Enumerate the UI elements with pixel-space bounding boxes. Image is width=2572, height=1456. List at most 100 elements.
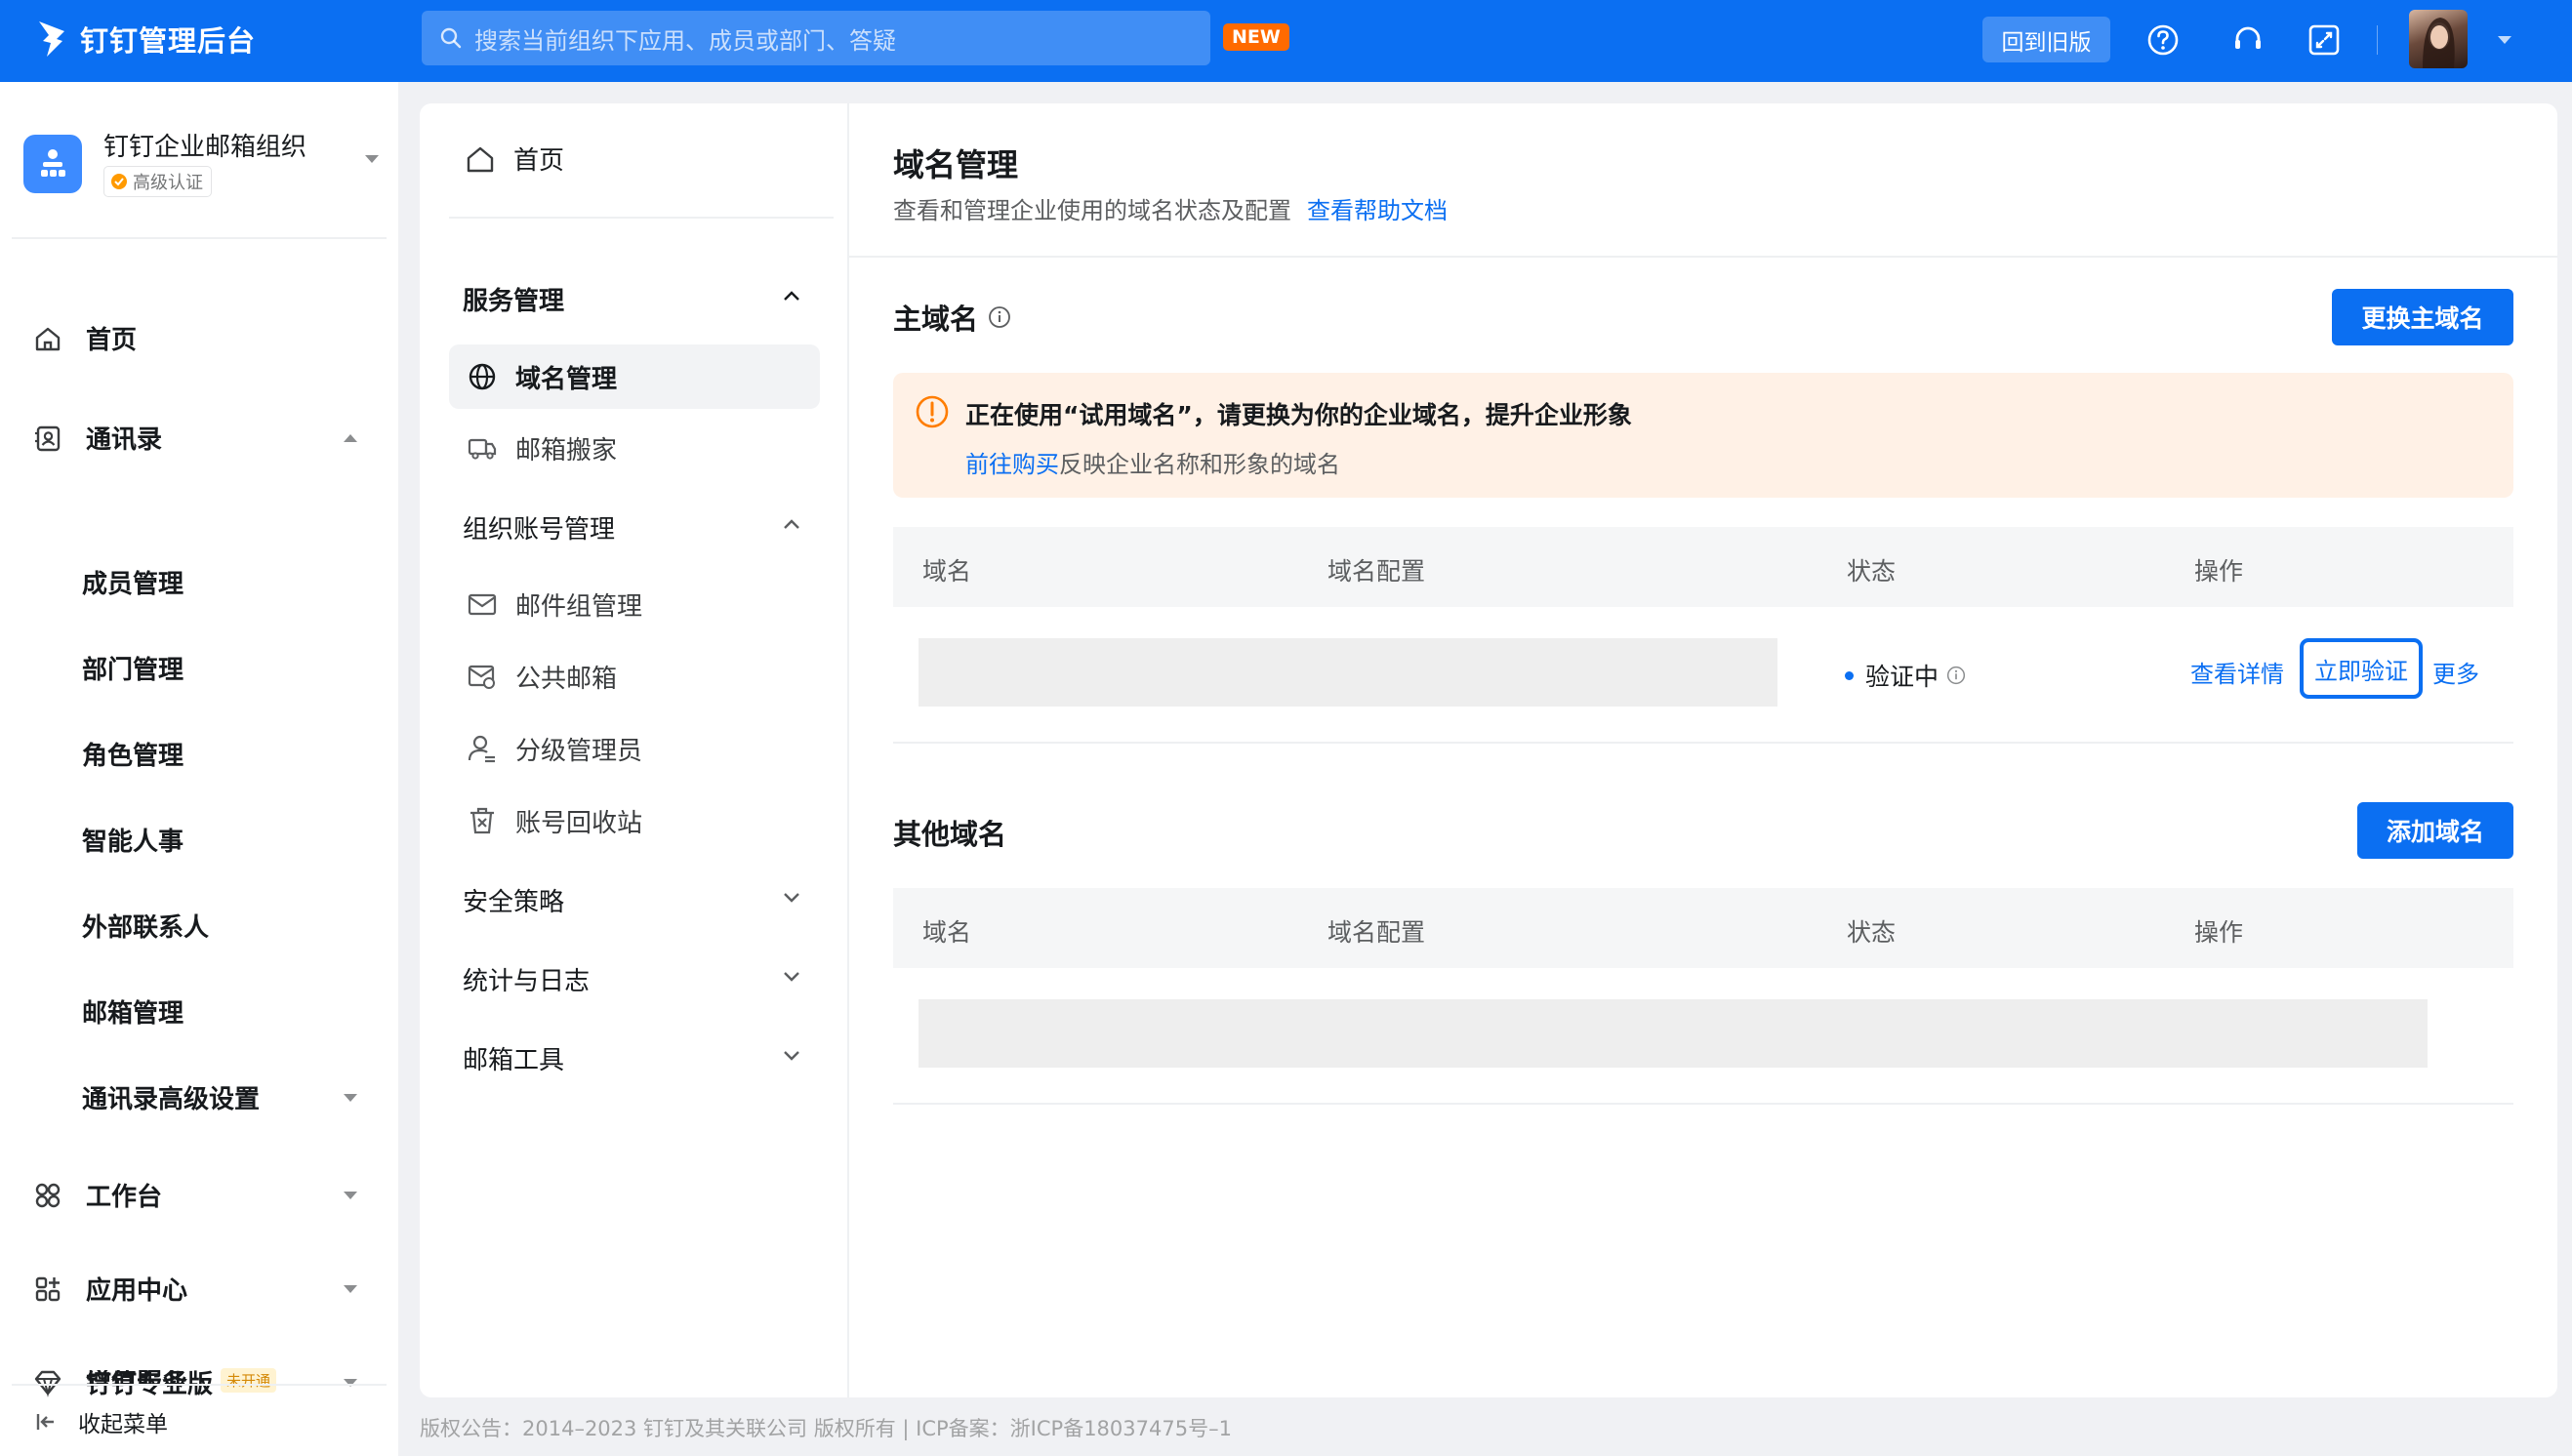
menu-group-accounts[interactable]: 组织账号管理 xyxy=(463,509,615,546)
menu-item-public-mailbox[interactable]: 公共邮箱 xyxy=(449,644,820,708)
menu-home-label: 首页 xyxy=(513,146,565,176)
menu-divider xyxy=(449,217,834,219)
collapse-menu-button[interactable]: 收起菜单 xyxy=(35,1405,168,1438)
avatar-dropdown-icon[interactable] xyxy=(2496,33,2513,47)
search-placeholder: 搜索当前组织下应用、成员或部门、答疑 xyxy=(474,26,896,55)
search-icon xyxy=(440,27,462,49)
chevron-down-icon xyxy=(344,1094,357,1102)
other-domains-table-header: 域名 域名配置 状态 操作 xyxy=(893,888,2513,968)
chevron-up-icon[interactable] xyxy=(782,289,801,303)
secondary-menu: 首页 服务管理 域名管理 邮箱搬家 组织账号管理 邮件组管理 公共邮箱 分级管理… xyxy=(420,103,849,1397)
menu-item-sub-admin[interactable]: 分级管理员 xyxy=(449,716,820,781)
sidebar-item-external-contacts[interactable]: 外部联系人 xyxy=(0,896,398,954)
column-header-actions: 操作 xyxy=(2194,918,2244,947)
sidebar-item-mailbox-mgmt[interactable]: 邮箱管理 xyxy=(0,982,398,1040)
add-domain-button[interactable]: 添加域名 xyxy=(2357,802,2513,859)
row-divider xyxy=(893,742,2513,744)
help-doc-link[interactable]: 查看帮助文档 xyxy=(1307,197,1448,224)
new-badge: NEW xyxy=(1223,23,1289,51)
org-cert-label: 高级认证 xyxy=(133,173,203,193)
info-icon[interactable] xyxy=(988,305,1011,329)
column-header-config: 域名配置 xyxy=(1327,557,1426,586)
app-center-icon xyxy=(35,1276,61,1302)
domain-placeholder-cell xyxy=(919,638,1777,707)
org-dropdown-icon[interactable] xyxy=(363,152,381,166)
sidebar-item-smart-hr[interactable]: 智能人事 xyxy=(0,810,398,869)
chevron-up-icon xyxy=(344,434,357,442)
home-icon xyxy=(467,146,494,172)
buy-domain-link[interactable]: 前往购买 xyxy=(965,451,1059,478)
back-to-old-version-button[interactable]: 回到旧版 xyxy=(1982,17,2110,62)
status-dot xyxy=(1845,670,1854,680)
sidebar-item-members[interactable]: 成员管理 xyxy=(0,552,398,611)
globe-icon xyxy=(469,363,496,390)
menu-group-stats[interactable]: 统计与日志 xyxy=(463,961,590,997)
chevron-down-icon xyxy=(344,1192,357,1199)
customer-service-icon[interactable] xyxy=(2229,21,2266,59)
user-avatar[interactable] xyxy=(2409,10,2468,68)
header-divider xyxy=(849,256,2557,258)
fullscreen-icon[interactable] xyxy=(2306,21,2343,59)
global-search[interactable]: 搜索当前组织下应用、成员或部门、答疑 xyxy=(422,11,1210,65)
column-header-actions: 操作 xyxy=(2194,557,2244,586)
sidebar-subitem-label: 外部联系人 xyxy=(82,912,210,943)
left-sidebar: 钉钉企业邮箱组织 高级认证 首页 通讯录 成员管理 部门管理 角色管理 智能人事… xyxy=(0,82,398,1456)
verify-now-link[interactable]: 立即验证 xyxy=(2300,638,2423,699)
contacts-icon xyxy=(35,425,61,452)
menu-item-mail-group[interactable]: 邮件组管理 xyxy=(449,572,820,636)
app-logo[interactable]: 钉钉管理后台 xyxy=(35,18,256,61)
sidebar-subitem-label: 部门管理 xyxy=(82,655,184,685)
menu-item-label: 邮箱搬家 xyxy=(515,435,618,465)
info-icon[interactable] xyxy=(1946,666,1966,685)
sidebar-item-partial-clip: 增值服务 xyxy=(0,1370,398,1384)
menu-group-security[interactable]: 安全策略 xyxy=(463,882,564,918)
sidebar-item-contacts[interactable]: 通讯录 xyxy=(0,408,398,466)
menu-item-label: 账号回收站 xyxy=(515,808,643,838)
menu-item-recycle-bin[interactable]: 账号回收站 xyxy=(449,789,820,853)
sidebar-item-app-center[interactable]: 应用中心 xyxy=(0,1259,398,1317)
org-switcher[interactable]: 钉钉企业邮箱组织 高级认证 xyxy=(23,127,385,205)
chevron-up-icon[interactable] xyxy=(782,517,801,531)
sidebar-item-label: 应用中心 xyxy=(86,1275,188,1306)
chevron-down-icon[interactable] xyxy=(782,1048,801,1062)
more-actions-link[interactable]: 更多 xyxy=(2432,655,2479,689)
top-bar: 钉钉管理后台 搜索当前组织下应用、成员或部门、答疑 NEW 回到旧版 xyxy=(0,0,2572,82)
menu-group-mail-tools[interactable]: 邮箱工具 xyxy=(463,1040,564,1076)
chevron-down-icon[interactable] xyxy=(782,969,801,983)
menu-item-mail-move[interactable]: 邮箱搬家 xyxy=(449,416,820,480)
sidebar-item-label: 首页 xyxy=(86,325,138,355)
view-details-link[interactable]: 查看详情 xyxy=(2190,655,2284,689)
menu-home[interactable]: 首页 xyxy=(465,141,564,177)
admin-user-icon xyxy=(468,735,495,763)
verified-icon xyxy=(111,174,127,189)
org-logo-icon xyxy=(23,135,82,193)
warning-icon xyxy=(916,395,949,428)
collapse-icon xyxy=(36,1414,54,1430)
section-title-text: 其他域名 xyxy=(893,818,1007,851)
app-title: 钉钉管理后台 xyxy=(80,24,257,58)
copyright-footer: 版权公告：2014–2023 钉钉及其关联公司 版权所有 | ICP备案：浙IC… xyxy=(420,1417,1232,1440)
help-icon[interactable] xyxy=(2144,21,2182,59)
menu-item-domain-mgmt[interactable]: 域名管理 xyxy=(449,344,820,409)
column-header-config: 域名配置 xyxy=(1327,918,1426,947)
sidebar-item-roles[interactable]: 角色管理 xyxy=(0,724,398,783)
sidebar-item-contacts-advanced[interactable]: 通讯录高级设置 xyxy=(0,1068,398,1126)
sidebar-subitem-label: 角色管理 xyxy=(82,741,184,771)
sidebar-item-partial[interactable]: 增值服务 xyxy=(86,1370,187,1384)
change-primary-domain-button[interactable]: 更换主域名 xyxy=(2332,289,2513,345)
menu-item-label: 邮件组管理 xyxy=(515,591,643,622)
sidebar-bottom-divider xyxy=(12,1384,387,1386)
menu-group-service[interactable]: 服务管理 xyxy=(463,281,564,317)
sidebar-subitem-label: 通讯录高级设置 xyxy=(82,1084,261,1114)
trash-icon xyxy=(470,807,494,834)
mail-icon xyxy=(468,593,497,616)
sidebar-item-home[interactable]: 首页 xyxy=(0,308,398,367)
other-domains-title: 其他域名 xyxy=(893,812,1006,853)
column-header-domain: 域名 xyxy=(922,557,972,586)
org-name: 钉钉企业邮箱组织 xyxy=(103,133,307,162)
page-description-text: 查看和管理企业使用的域名状态及配置 xyxy=(893,197,1291,224)
chevron-down-icon[interactable] xyxy=(782,890,801,904)
column-header-status: 状态 xyxy=(1847,918,1897,947)
sidebar-item-workbench[interactable]: 工作台 xyxy=(0,1165,398,1224)
sidebar-item-departments[interactable]: 部门管理 xyxy=(0,638,398,697)
